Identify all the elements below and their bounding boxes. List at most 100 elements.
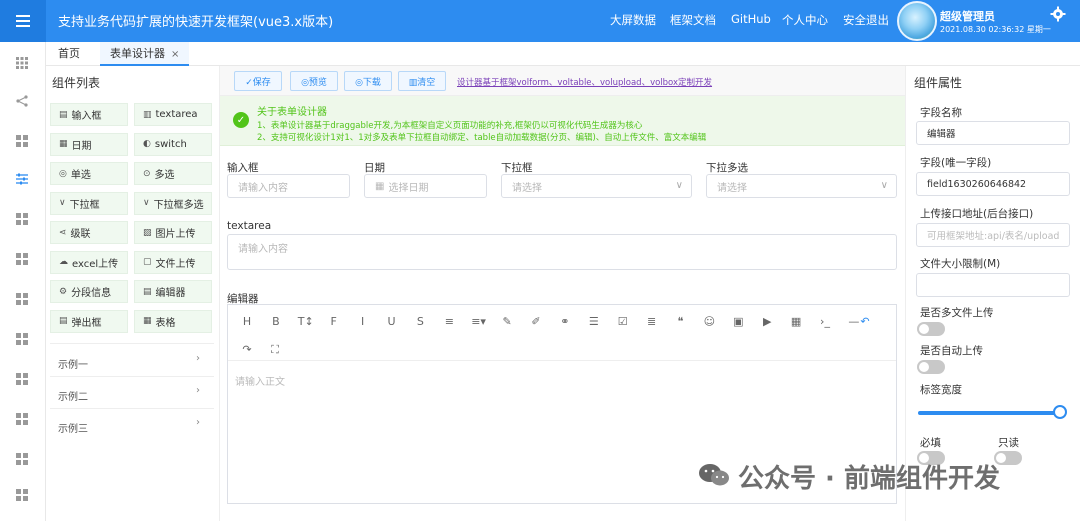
share-icon[interactable] xyxy=(15,94,29,108)
sliders-icon[interactable] xyxy=(15,172,29,186)
indent-icon[interactable]: ≡ xyxy=(442,315,456,329)
upload-url-placeholder: 可用框架地址:api/表名/upload xyxy=(927,231,1060,242)
brush-icon[interactable]: ✐ xyxy=(529,315,543,329)
apps-icon[interactable] xyxy=(15,372,29,386)
chevron-down-icon: ∨ xyxy=(675,180,683,191)
field-key-input[interactable]: field1630260646842 xyxy=(916,172,1070,196)
nav-logout[interactable]: 安全退出 xyxy=(843,12,889,28)
pen-icon[interactable]: ✎ xyxy=(500,315,514,329)
slider-handle[interactable] xyxy=(1053,405,1067,419)
menu-toggle-button[interactable] xyxy=(0,0,46,42)
bold-icon[interactable]: B xyxy=(269,315,283,329)
text-input[interactable]: 请输入内容 xyxy=(227,174,350,198)
nav-profile[interactable]: 个人中心 xyxy=(782,12,828,28)
component-switch[interactable]: ◐ switch xyxy=(134,132,212,156)
preview-button[interactable]: ◎预览 xyxy=(290,71,338,91)
apps-icon[interactable] xyxy=(15,332,29,346)
strikethrough-icon[interactable]: S xyxy=(413,315,427,329)
date-input[interactable]: ▦ 选择日期 xyxy=(364,174,487,198)
apps-icon[interactable] xyxy=(15,292,29,306)
avatar[interactable] xyxy=(897,1,937,41)
component-textarea[interactable]: ▥ textarea xyxy=(134,103,212,126)
example-one[interactable]: 示例一 xyxy=(58,356,88,371)
user-time: 2021.08.30 02:36:32 星期一 xyxy=(940,25,1051,34)
font-family-icon[interactable]: F xyxy=(327,315,341,329)
component-label: 多选 xyxy=(154,170,175,181)
component-input[interactable]: ▤ 输入框 xyxy=(50,103,128,126)
tab-form-designer[interactable]: 表单设计器 × xyxy=(100,42,190,66)
list-icon[interactable]: ☰ xyxy=(587,315,601,329)
input-icon: ▤ xyxy=(59,109,68,120)
chevron-down-icon: ∨ xyxy=(880,180,888,191)
apps-icon[interactable] xyxy=(15,134,29,148)
align-icon[interactable]: ≣ xyxy=(645,315,659,329)
component-editor[interactable]: ▤ 编辑器 xyxy=(134,280,212,303)
component-checkbox[interactable]: ⊙ 多选 xyxy=(134,162,212,185)
component-label: 下拉框 xyxy=(69,199,100,211)
tab-home[interactable]: 首页 xyxy=(48,42,90,66)
todo-icon[interactable]: ☑ xyxy=(616,315,630,329)
select-input[interactable]: 请选择 ∨ xyxy=(501,174,692,198)
textarea-input[interactable]: 请输入内容 xyxy=(227,234,897,270)
apps-icon[interactable] xyxy=(15,212,29,226)
apps-icon[interactable] xyxy=(15,252,29,266)
quote-icon[interactable]: ❝ xyxy=(674,315,688,329)
image-icon[interactable]: ▣ xyxy=(731,315,745,329)
component-cascade[interactable]: ⋖ 级联 xyxy=(50,221,128,244)
tab-bar: 首页 表单设计器 × xyxy=(46,42,1080,66)
field-name-input[interactable]: 编辑器 xyxy=(916,121,1070,145)
chevron-right-icon[interactable]: › xyxy=(196,353,200,364)
link-icon[interactable]: ⚭ xyxy=(558,315,572,329)
code-icon[interactable]: ›_ xyxy=(818,315,832,329)
heading-icon[interactable]: H xyxy=(240,315,254,329)
file-size-input[interactable] xyxy=(916,273,1070,297)
example-two[interactable]: 示例二 xyxy=(58,388,88,403)
chevron-right-icon[interactable]: › xyxy=(196,385,200,396)
nav-github[interactable]: GitHub xyxy=(731,12,771,26)
component-date[interactable]: ▦ 日期 xyxy=(50,132,128,156)
multiselect-input[interactable]: 请选择 ∨ xyxy=(706,174,897,198)
component-section[interactable]: ⚙ 分段信息 xyxy=(50,280,128,303)
multiselect-placeholder: 请选择 xyxy=(717,182,747,194)
label-width-slider[interactable] xyxy=(918,411,1060,415)
component-popup[interactable]: ▤ 弹出框 xyxy=(50,309,128,333)
table-icon[interactable]: ▦ xyxy=(789,315,803,329)
component-cloud[interactable]: ☁ excel上传 xyxy=(50,250,128,274)
upload-url-input[interactable]: 可用框架地址:api/表名/upload xyxy=(916,223,1070,247)
component-table[interactable]: ▦ 表格 xyxy=(134,309,212,333)
apps-icon[interactable] xyxy=(15,452,29,466)
underline-icon[interactable]: U xyxy=(385,315,399,329)
multi-upload-toggle[interactable] xyxy=(917,322,945,336)
line-height-icon[interactable]: ≡▾ xyxy=(471,315,486,329)
nav-big-screen[interactable]: 大屏数据 xyxy=(610,12,656,28)
framework-link[interactable]: 设计器基于框架volform、voltable、volupload、volbox… xyxy=(457,76,712,88)
redo-icon[interactable]: ↷ xyxy=(240,343,254,357)
undo-icon[interactable]: ↶ xyxy=(858,315,872,329)
gear-icon[interactable] xyxy=(1050,6,1066,22)
auto-upload-toggle[interactable] xyxy=(917,360,945,374)
clear-button[interactable]: ▥清空 xyxy=(398,71,446,91)
notice-title: 关于表单设计器 xyxy=(257,107,327,118)
example-three[interactable]: 示例三 xyxy=(58,420,88,435)
italic-icon[interactable]: I xyxy=(356,315,370,329)
apps-icon[interactable] xyxy=(15,488,29,502)
user-name: 超级管理员 xyxy=(940,10,995,23)
video-icon[interactable]: ▶ xyxy=(760,315,774,329)
component-image[interactable]: ▨ 图片上传 xyxy=(134,221,212,244)
component-radio[interactable]: ◎ 单选 xyxy=(50,162,128,185)
close-icon[interactable]: × xyxy=(171,49,179,60)
download-button[interactable]: ◎下载 xyxy=(344,71,392,91)
fullscreen-icon[interactable]: ⛶ xyxy=(268,343,282,357)
panel-title: 组件属性 xyxy=(914,76,963,90)
nav-docs[interactable]: 框架文档 xyxy=(670,12,716,28)
multiselect-label: 下拉多选 xyxy=(706,162,748,174)
chevron-right-icon[interactable]: › xyxy=(196,417,200,428)
emoji-icon[interactable]: ☺ xyxy=(702,315,716,329)
apps-icon[interactable] xyxy=(15,412,29,426)
component-file[interactable]: ▢ 文件上传 xyxy=(134,250,212,274)
grid-icon[interactable] xyxy=(15,56,29,70)
component-multi-dropdown[interactable]: ∨ 下拉框多选 xyxy=(134,191,212,215)
component-dropdown[interactable]: ∨ 下拉框 xyxy=(50,191,128,215)
save-button[interactable]: ✓保存 xyxy=(234,71,282,91)
font-size-icon[interactable]: T↕ xyxy=(298,315,314,329)
